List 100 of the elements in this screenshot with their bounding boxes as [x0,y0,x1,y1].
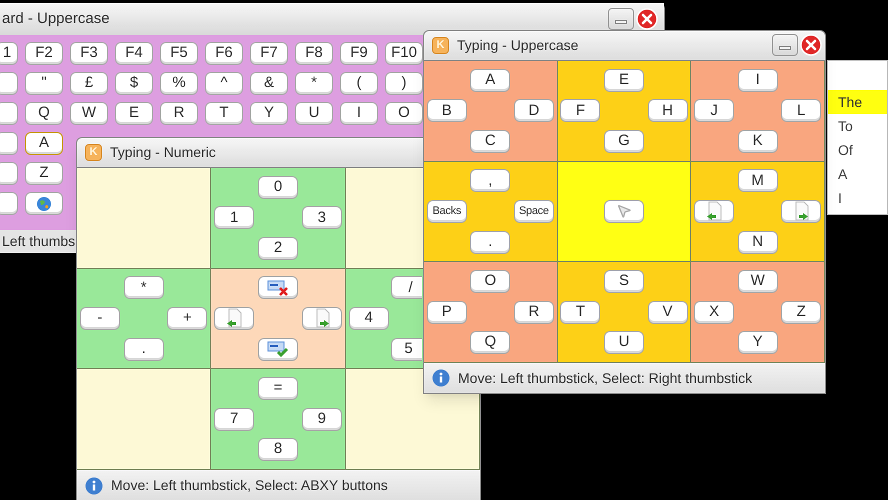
key[interactable]: F9 [340,42,378,65]
info-icon [432,369,450,387]
key[interactable]: T [205,102,243,125]
minimize-button[interactable] [772,34,798,56]
key[interactable]: ( [340,72,378,95]
key[interactable]: J [694,99,734,122]
key[interactable]: - [80,306,120,330]
key[interactable] [0,192,18,215]
word-suggestion[interactable]: To [828,114,887,138]
key[interactable]: Z [25,162,63,185]
key[interactable]: A [470,68,510,92]
key[interactable]: C [470,130,510,153]
key[interactable]: 1 [214,206,254,230]
key[interactable]: 4 [348,306,389,330]
start-key[interactable] [25,192,63,215]
info-icon [85,476,103,494]
key[interactable]: F2 [25,42,63,65]
key[interactable]: O [385,102,423,125]
key[interactable]: R [514,300,554,324]
key[interactable]: 0 [258,176,298,199]
status-text: Move: Left thumbstick, Select: Right thumbstick [458,368,752,388]
key[interactable]: 1 [0,42,18,65]
key[interactable]: E [604,68,644,92]
key-button[interactable] [258,338,298,361]
word-suggestion[interactable]: I [828,186,887,210]
key[interactable]: Y [250,102,288,125]
close-icon[interactable] [636,8,658,30]
key[interactable]: K [738,130,778,153]
key[interactable]: X [694,300,734,324]
key[interactable]: N [738,230,778,254]
key[interactable] [0,102,18,125]
key[interactable] [0,132,18,155]
key[interactable]: = [258,377,298,400]
key-button[interactable] [258,276,298,300]
key-button[interactable] [214,306,254,330]
key[interactable]: 7 [214,408,254,431]
key[interactable]: G [604,130,644,153]
key[interactable]: D [514,99,554,122]
key[interactable]: U [295,102,333,125]
key[interactable]: " [25,72,63,95]
key[interactable]: * [295,72,333,95]
key[interactable]: S [604,270,644,294]
key[interactable]: L [781,99,822,122]
key[interactable]: E [115,102,153,125]
key[interactable]: R [160,102,198,125]
key[interactable]: A [25,132,63,155]
key[interactable]: F7 [250,42,288,65]
window-title: Typing - Numeric [110,143,216,162]
key[interactable]: Z [781,300,822,324]
key-button[interactable] [781,200,822,223]
key[interactable]: ) [385,72,423,95]
key-button[interactable] [604,200,644,223]
key[interactable]: 8 [258,438,298,462]
key-button[interactable] [694,200,734,223]
key[interactable]: V [648,300,688,324]
word-suggestion[interactable]: The [828,90,887,114]
key[interactable]: F5 [160,42,198,65]
key[interactable]: F8 [295,42,333,65]
key[interactable]: 5 [390,338,422,361]
key[interactable]: + [167,306,208,330]
key[interactable]: W [70,102,108,125]
key[interactable]: 2 [258,236,298,260]
key[interactable]: H [648,99,688,122]
key[interactable]: I [340,102,378,125]
word-suggestion[interactable]: Of [828,138,887,162]
key[interactable]: % [160,72,198,95]
key[interactable]: Q [25,102,63,125]
key[interactable]: F3 [70,42,108,65]
key[interactable]: $ [115,72,153,95]
key[interactable]: 9 [302,408,342,431]
key[interactable]: 3 [302,206,342,230]
key[interactable]: F [560,99,600,122]
key[interactable]: Q [470,331,510,354]
key[interactable]: . [470,230,510,254]
key[interactable]: £ [70,72,108,95]
key[interactable]: P [426,300,467,324]
key-button[interactable] [302,306,342,330]
key[interactable]: . [124,338,164,361]
key[interactable]: F6 [205,42,243,65]
key[interactable]: Y [738,331,778,354]
word-suggestion[interactable]: A [828,162,887,186]
key[interactable]: & [250,72,288,95]
key[interactable]: B [426,99,467,122]
key[interactable]: M [738,169,778,192]
key[interactable]: / [390,276,422,300]
key[interactable]: F10 [385,42,423,65]
key[interactable]: U [604,331,644,354]
key[interactable]: , [470,169,510,192]
key[interactable]: O [470,270,510,294]
minimize-button[interactable] [608,8,634,30]
key[interactable]: W [738,270,778,294]
key[interactable]: F4 [115,42,153,65]
key[interactable]: Space [514,200,554,223]
key[interactable]: Backs [426,200,467,223]
key[interactable]: ^ [205,72,243,95]
key[interactable] [0,162,18,185]
key[interactable]: * [124,276,164,300]
key[interactable]: T [560,300,600,324]
key[interactable] [0,72,18,95]
key[interactable]: I [738,68,778,92]
